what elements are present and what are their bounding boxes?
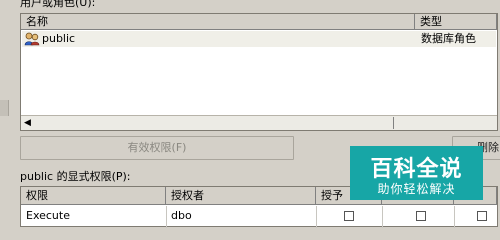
column-header-permission[interactable]: 权限 (21, 187, 166, 205)
user-group-icon (24, 32, 40, 49)
horizontal-scrollbar[interactable]: ◀ (21, 115, 497, 130)
list-item[interactable]: public 数据库角色 (22, 31, 496, 47)
permission-cell: Execute (26, 209, 70, 222)
with-grant-checkbox[interactable] (416, 211, 426, 221)
watermark-title: 百科全说 (370, 157, 463, 182)
watermark-subtitle: 助你轻松解决 (377, 182, 456, 196)
watermark-logo: 百科全说 助你轻松解决 (350, 146, 483, 200)
effective-permissions-button[interactable]: 有效权限(F) (20, 136, 294, 160)
users-roles-list[interactable]: 名称 类型 public 数据库角色 ◀ (20, 13, 498, 131)
grantor-cell: dbo (171, 209, 192, 222)
column-header-name[interactable]: 名称 (21, 14, 415, 30)
deny-checkbox[interactable] (477, 211, 487, 221)
column-header-type[interactable]: 类型 (415, 14, 497, 30)
user-name: public (42, 32, 76, 45)
users-or-roles-label: 用户或角色(U): (20, 0, 96, 9)
user-type: 数据库角色 (421, 32, 476, 45)
grant-checkbox[interactable] (344, 211, 354, 221)
column-header-grantor[interactable]: 授权者 (166, 187, 316, 205)
left-panel-edge (0, 0, 14, 227)
explicit-permissions-label: public 的显式权限(P): (20, 170, 131, 183)
scroll-left-arrow-icon[interactable]: ◀ (24, 117, 36, 129)
